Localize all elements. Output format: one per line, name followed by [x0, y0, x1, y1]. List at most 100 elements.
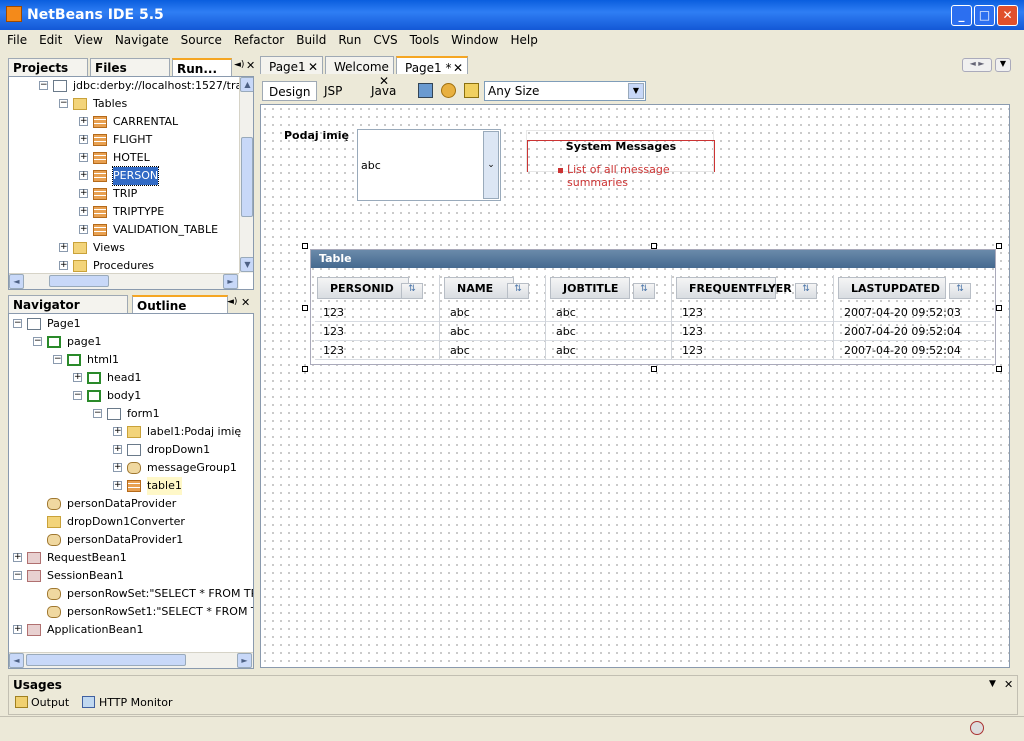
resize-handle[interactable] [302, 366, 308, 372]
sort-icon[interactable]: ⇅ [507, 283, 529, 299]
resize-handle[interactable] [996, 366, 1002, 372]
table-row[interactable]: 123 abc abc 123 2007-04-20 09:52:03 [315, 303, 991, 322]
tree-item[interactable]: − jdbc:derby://localhost:1527/trave [9, 77, 253, 95]
close-panel-icon[interactable]: ✕ [1004, 678, 1013, 691]
collapse-icon[interactable]: − [93, 409, 102, 418]
tree-item[interactable]: + TRIP [9, 185, 253, 203]
tree-item[interactable]: + head1 [9, 369, 253, 387]
menu-edit[interactable]: Edit [32, 30, 67, 47]
design-tab[interactable]: Design [262, 81, 318, 101]
target-size-select[interactable]: Any Size ▼ [484, 81, 646, 101]
collapse-icon[interactable]: − [53, 355, 62, 364]
expand-icon[interactable]: + [79, 117, 88, 126]
scroll-down-icon[interactable]: ▼ [240, 257, 253, 272]
tree-item[interactable]: + table1 [9, 477, 253, 495]
tree-item[interactable]: personDataProvider1 [9, 531, 253, 549]
tree-item[interactable]: + CARRENTAL [9, 113, 253, 131]
menu-view[interactable]: View [67, 30, 107, 47]
menu-navigate[interactable]: Navigate [108, 30, 174, 47]
close-tab-icon[interactable]: ✕ [453, 61, 463, 75]
collapse-icon[interactable]: − [73, 391, 82, 400]
tree-item[interactable]: − form1 [9, 405, 253, 423]
tree-item[interactable]: − html1 [9, 351, 253, 369]
pin-icon[interactable]: ◄) [234, 60, 244, 70]
scroll-left-icon[interactable]: ◄ [9, 274, 24, 289]
maximize-button[interactable]: □ [974, 5, 995, 26]
chevron-down-icon[interactable]: ▼ [628, 83, 644, 99]
resize-handle[interactable] [651, 366, 657, 372]
gc-icon[interactable] [970, 721, 984, 735]
expand-icon[interactable]: + [113, 481, 122, 490]
tree-item[interactable]: − body1 [9, 387, 253, 405]
hscroll-thumb[interactable] [26, 654, 186, 666]
expand-icon[interactable]: + [113, 445, 122, 454]
collapse-icon[interactable]: − [13, 319, 22, 328]
tree-item[interactable]: + HOTEL [9, 149, 253, 167]
name-dropdown[interactable]: abc ⌄ [357, 129, 501, 201]
scroll-thumb[interactable] [241, 137, 253, 217]
expand-icon[interactable]: + [79, 153, 88, 162]
collapse-icon[interactable]: − [13, 571, 22, 580]
minimize-panel-icon[interactable]: ▼ [989, 679, 996, 689]
tree-item[interactable]: + PERSON [9, 166, 253, 186]
http-monitor-tab[interactable]: HTTP Monitor [99, 696, 172, 709]
column-header[interactable]: LASTUPDATED [838, 277, 946, 299]
java-tab[interactable]: Java [365, 81, 402, 101]
tree-item[interactable]: + Views [9, 239, 253, 257]
menu-cvs[interactable]: CVS [366, 30, 402, 47]
tab-outline[interactable]: Outline [132, 295, 228, 313]
pin-icon[interactable]: ◄) [227, 297, 237, 307]
tab-list-icon[interactable]: ▼ [995, 58, 1011, 72]
resize-handle[interactable] [302, 305, 308, 311]
jsp-tab[interactable]: JSP [318, 81, 348, 101]
column-header[interactable]: JOBTITLE [550, 277, 630, 299]
tree-item[interactable]: − Tables [9, 95, 253, 113]
chevron-down-icon[interactable]: ⌄ [483, 131, 499, 199]
tree-item[interactable]: + messageGroup1 [9, 459, 253, 477]
resize-handle[interactable] [651, 243, 657, 249]
expand-icon[interactable]: + [79, 171, 88, 180]
horizontal-scrollbar[interactable]: ◄ ► [9, 273, 239, 289]
menu-help[interactable]: Help [503, 30, 542, 47]
tree-item[interactable]: personRowSet:"SELECT * FROM TRA [9, 585, 253, 603]
tab-runtime[interactable]: Run... [172, 58, 232, 76]
scroll-right-icon[interactable]: ► [237, 653, 252, 668]
tree-item[interactable]: + VALIDATION_TABLE [9, 221, 253, 239]
menu-tools[interactable]: Tools [403, 30, 445, 47]
collapse-icon[interactable]: − [59, 99, 68, 108]
column-header[interactable]: FREQUENTFLYER [676, 277, 792, 299]
expand-icon[interactable]: + [13, 625, 22, 634]
tree-item[interactable]: dropDown1Converter [9, 513, 253, 531]
scroll-left-icon[interactable]: ◄ [9, 653, 24, 668]
show-virtual-forms-icon[interactable] [464, 83, 479, 98]
expand-icon[interactable]: + [113, 463, 122, 472]
resize-handle[interactable] [996, 305, 1002, 311]
scroll-up-icon[interactable]: ▲ [240, 77, 253, 92]
expand-icon[interactable]: + [79, 189, 88, 198]
name-label[interactable]: Podaj imię [284, 129, 349, 142]
tab-page1-modified[interactable]: Page1 * ✕ [396, 56, 468, 75]
tree-item[interactable]: + TRIPTYPE [9, 203, 253, 221]
tree-item[interactable]: + RequestBean1 [9, 549, 253, 567]
table-component[interactable]: Table PERSONID ⇅ NAME ⇅ JOBTITLE ⇅ FREQUENTFLY… [310, 249, 996, 365]
sort-icon[interactable]: ⇅ [401, 283, 423, 299]
sort-icon[interactable]: ⇅ [949, 283, 971, 299]
menu-window[interactable]: Window [444, 30, 503, 47]
column-header[interactable]: PERSONID [317, 277, 409, 299]
menu-file[interactable]: File [0, 30, 32, 47]
close-panel-icon[interactable]: ✕ [241, 296, 250, 309]
refresh-icon[interactable] [441, 83, 456, 98]
scroll-tabs-icon[interactable]: ◄ ► [962, 58, 992, 72]
collapse-icon[interactable]: − [33, 337, 42, 346]
close-tab-icon[interactable]: ✕ [308, 60, 318, 74]
horizontal-scrollbar[interactable]: ◄ ► [9, 652, 253, 668]
vertical-scrollbar[interactable]: ▲ ▼ [239, 77, 253, 273]
close-button[interactable]: ✕ [997, 5, 1018, 26]
expand-icon[interactable]: + [113, 427, 122, 436]
expand-icon[interactable]: + [59, 243, 68, 252]
menu-refactor[interactable]: Refactor [227, 30, 289, 47]
output-tab[interactable]: Output [31, 696, 69, 709]
tab-projects[interactable]: Projects [8, 58, 88, 76]
tree-item[interactable]: + label1:Podaj imię [9, 423, 253, 441]
tree-item[interactable]: personRowSet1:"SELECT * FROM TRA [9, 603, 253, 621]
